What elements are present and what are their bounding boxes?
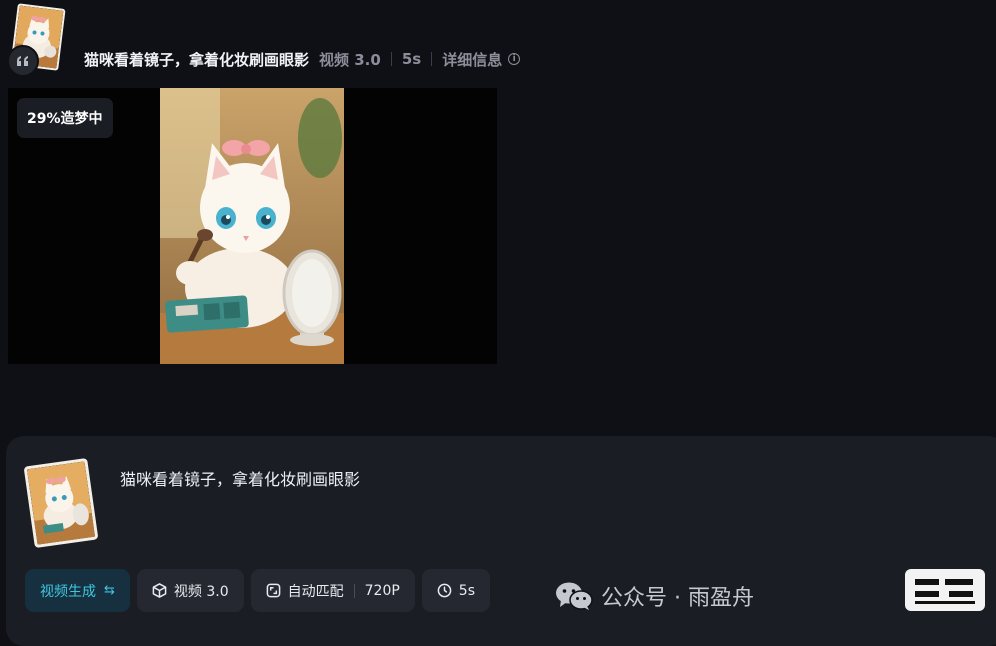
aspect-ratio-icon [266,583,281,598]
composer-toolbar: 视频生成 ⇆ 视频 3.0 自动匹配 720P 5s [25,569,497,612]
video-preview[interactable]: 29%造梦中 [8,88,497,364]
cat-preview-image [160,88,344,364]
info-icon[interactable]: i [508,53,521,65]
divider [390,52,392,66]
divider [431,52,433,66]
cube-icon [152,583,167,598]
record-header: 猫咪看着镜子，拿着化妆刷画眼影 视频 3.0 5s 详细信息 i [84,48,521,70]
ratio-label: 自动匹配 [287,583,344,600]
clock-icon [437,583,452,598]
resolution-label: 720P [364,582,400,599]
record-prompt: 猫咪看着镜子，拿着化妆刷画眼影 [84,50,310,69]
swap-icon: ⇆ [104,583,115,598]
duration-label: 5s [458,582,475,599]
details-link[interactable]: 详细信息 [442,49,502,70]
mode-label: 视频生成 [40,583,96,600]
divider [353,583,355,598]
mode-selector[interactable]: 视频生成 ⇆ [25,569,130,612]
watermark-text: 公众号 · 雨盈舟 [601,586,754,611]
model-label: 视频 3.0 [173,583,229,600]
reference-image[interactable] [23,457,99,549]
progress-status: 29%造梦中 [17,98,113,138]
prompt-input[interactable]: 猫咪看着镜子，拿着化妆刷画眼影 [120,466,360,490]
record-duration: 5s [401,50,422,68]
quote-icon[interactable] [7,45,39,77]
record-model: 视频 3.0 [319,50,381,69]
duration-selector[interactable]: 5s [421,569,490,612]
brand-logo [905,569,985,611]
ratio-resolution-selector[interactable]: 自动匹配 720P [250,569,415,612]
watermark: 公众号 · 雨盈舟 [555,580,754,612]
cat-reference-image [26,461,96,545]
model-selector[interactable]: 视频 3.0 [136,569,244,612]
wechat-icon [555,581,593,611]
